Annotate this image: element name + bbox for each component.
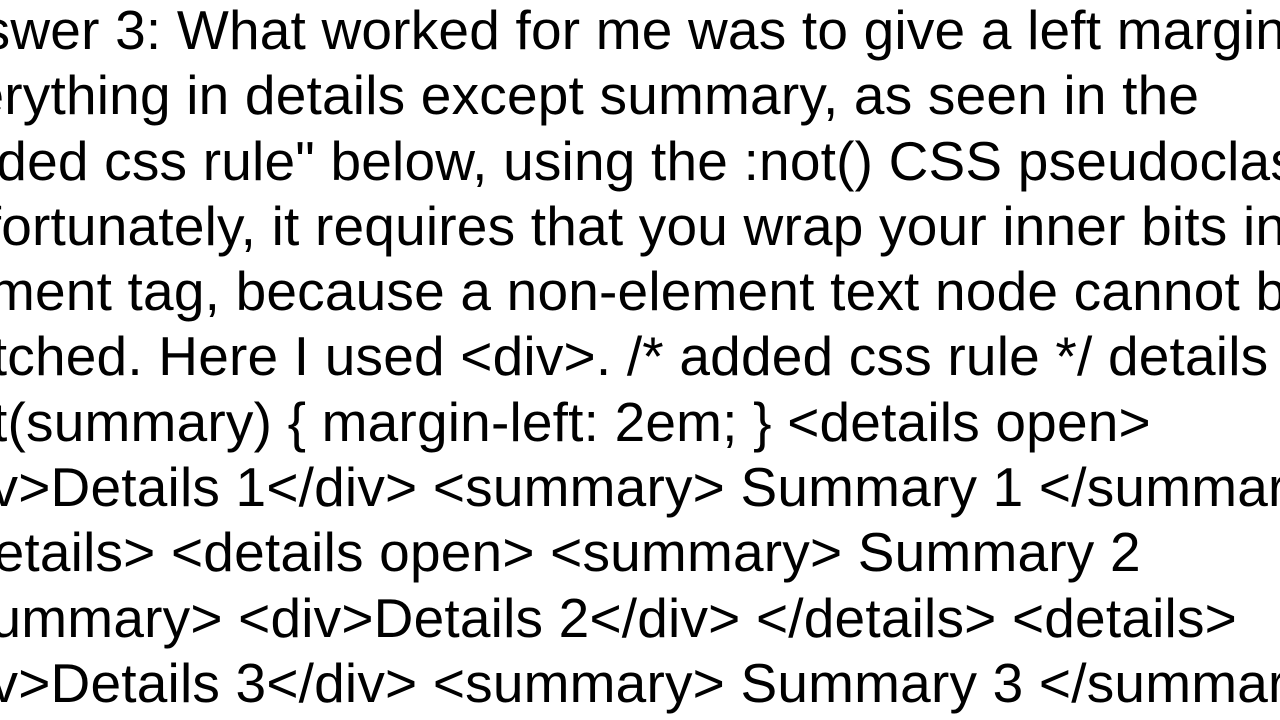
answer-text: Answer 3: What worked for me was to give… bbox=[0, 0, 1280, 720]
document-viewport: Answer 3: What worked for me was to give… bbox=[0, 0, 1280, 720]
